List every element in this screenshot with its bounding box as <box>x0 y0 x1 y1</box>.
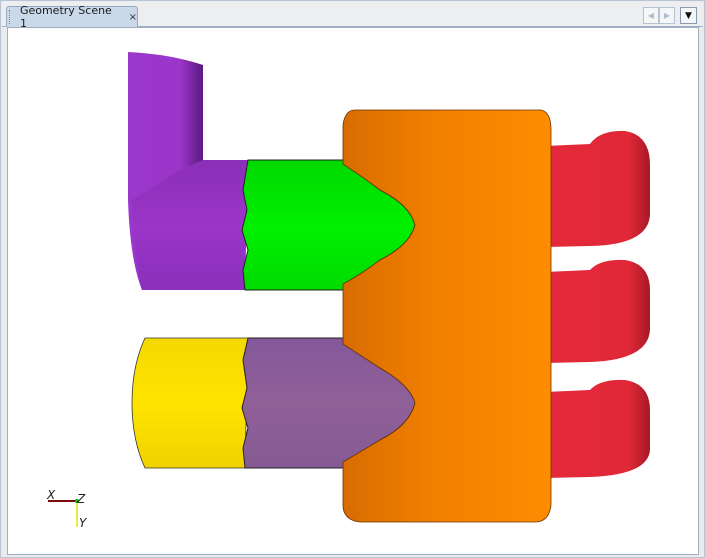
orange-manifold-body[interactable] <box>342 109 552 523</box>
y-axis-label: Y <box>79 516 88 530</box>
axis-triad: X Z Y <box>46 488 88 530</box>
red-outlet-pipes[interactable] <box>545 130 650 478</box>
red-outlet-top[interactable] <box>545 130 650 247</box>
red-outlet-middle[interactable] <box>545 259 650 363</box>
red-outlet-bottom[interactable] <box>545 379 650 478</box>
yellow-inlet[interactable] <box>131 337 249 469</box>
z-axis-label: Z <box>76 492 86 506</box>
geometry-scene-render[interactable]: X Z Y <box>0 0 705 558</box>
x-axis-label: X <box>46 488 56 502</box>
